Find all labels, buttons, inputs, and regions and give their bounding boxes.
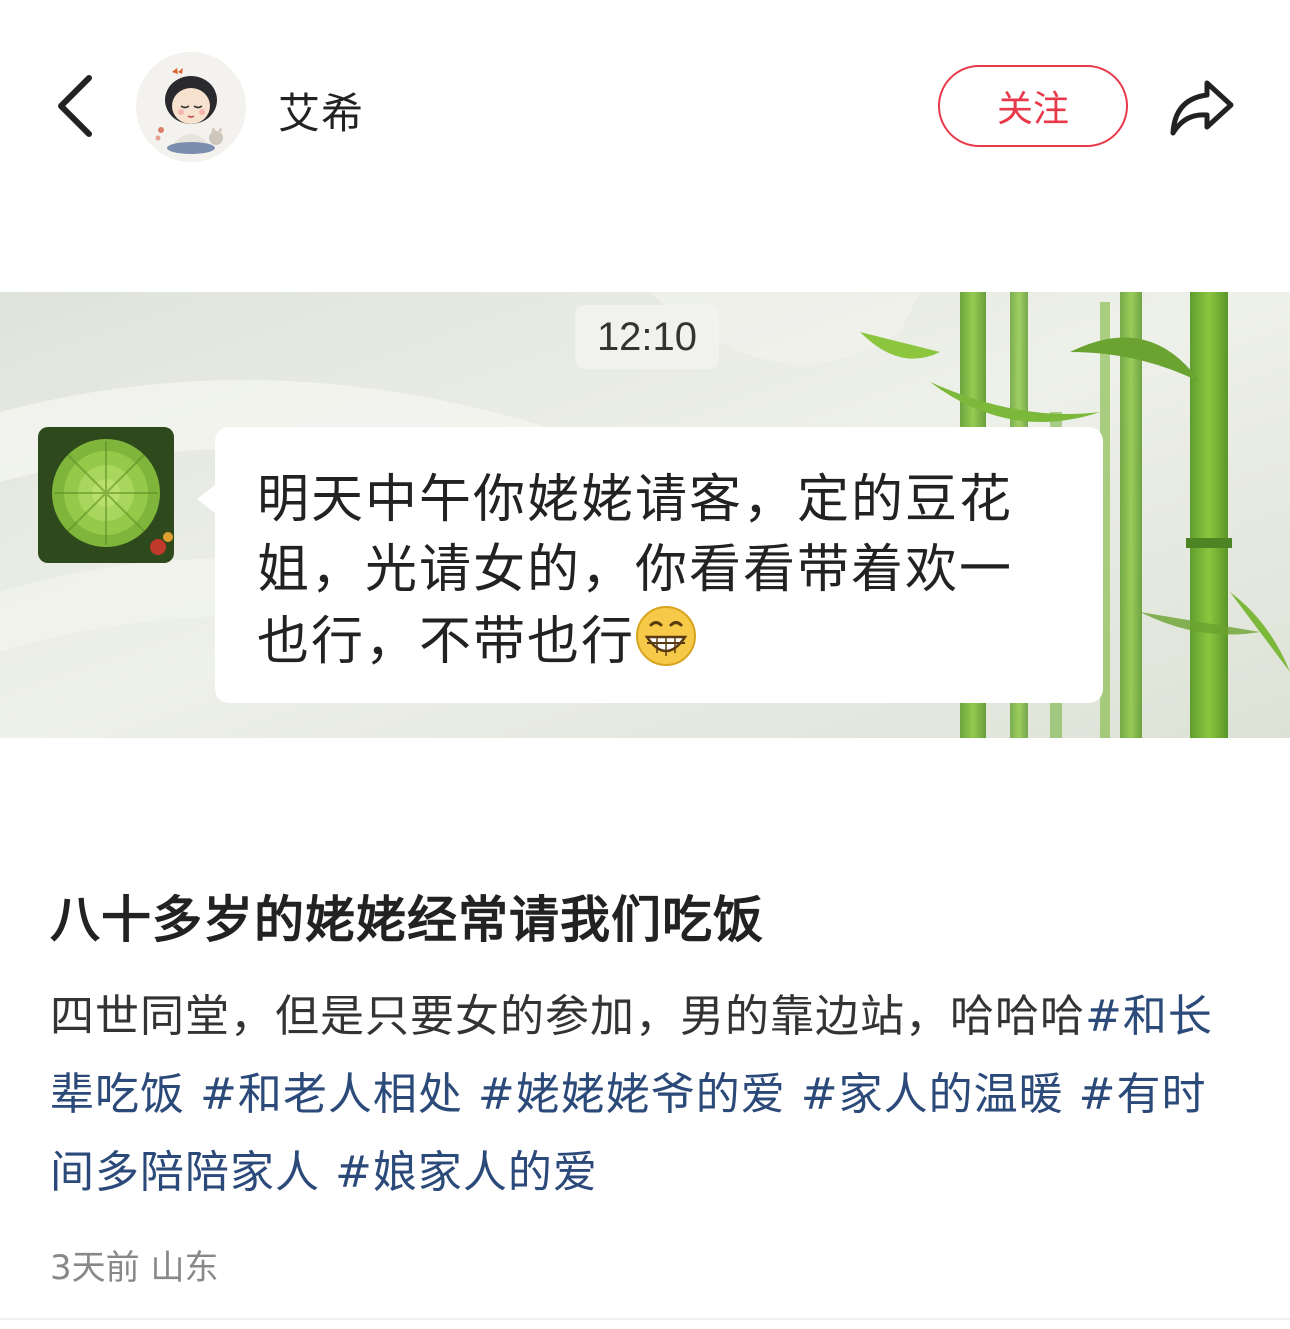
- post-meta: 3天前 山东: [50, 1240, 218, 1289]
- grin-emoji-icon: [636, 606, 697, 666]
- post-detail-page: 艾希 关注 12:10 明天中午你姥姥请客，定的豆花 姐，光请女的，你看看带着欢…: [0, 0, 1290, 1329]
- message-line: 姐，光请女的，你看看带着欢一: [257, 540, 1014, 600]
- chat-message-bubble: 明天中午你姥姥请客，定的豆花 姐，光请女的，你看看带着欢一 也行，不带也行: [197, 427, 1103, 703]
- post-time: 3天前: [50, 1248, 140, 1288]
- post-body-text: 四世同堂，但是只要女的参加，男的靠边站，哈哈哈: [50, 991, 1085, 1042]
- message-line: 也行，不带也行: [257, 612, 636, 672]
- author-name[interactable]: 艾希: [278, 80, 364, 141]
- hashtag-link[interactable]: #家人的温暖: [801, 1069, 1064, 1120]
- hashtag-link[interactable]: #姥姥姥爷的爱: [478, 1069, 786, 1120]
- share-arrow-icon: [1170, 80, 1234, 136]
- hashtag-link[interactable]: #娘家人的爱: [335, 1147, 598, 1198]
- message-timestamp: 12:10: [575, 305, 719, 369]
- post-body: 四世同堂，但是只要女的参加，男的靠边站，哈哈哈#和长辈吃饭 #和老人相处 #姥姥…: [50, 978, 1250, 1212]
- hashtag-link[interactable]: #和老人相处: [200, 1069, 463, 1120]
- post-title: 八十多岁的姥姥经常请我们吃饭: [50, 891, 764, 949]
- top-bar: 艾希 关注: [0, 0, 1290, 210]
- follow-button[interactable]: 关注: [938, 65, 1128, 147]
- author-avatar[interactable]: [136, 52, 246, 162]
- chat-sender-avatar: [38, 427, 174, 563]
- back-button[interactable]: [40, 66, 110, 146]
- post-location: 山东: [150, 1248, 219, 1288]
- message-line: 明天中午你姥姥请客，定的豆花: [257, 470, 1014, 530]
- share-button[interactable]: [1162, 68, 1242, 148]
- message-line-last: 也行，不带也行: [257, 605, 1063, 677]
- chevron-left-icon: [58, 75, 92, 137]
- divider: [0, 1318, 1290, 1320]
